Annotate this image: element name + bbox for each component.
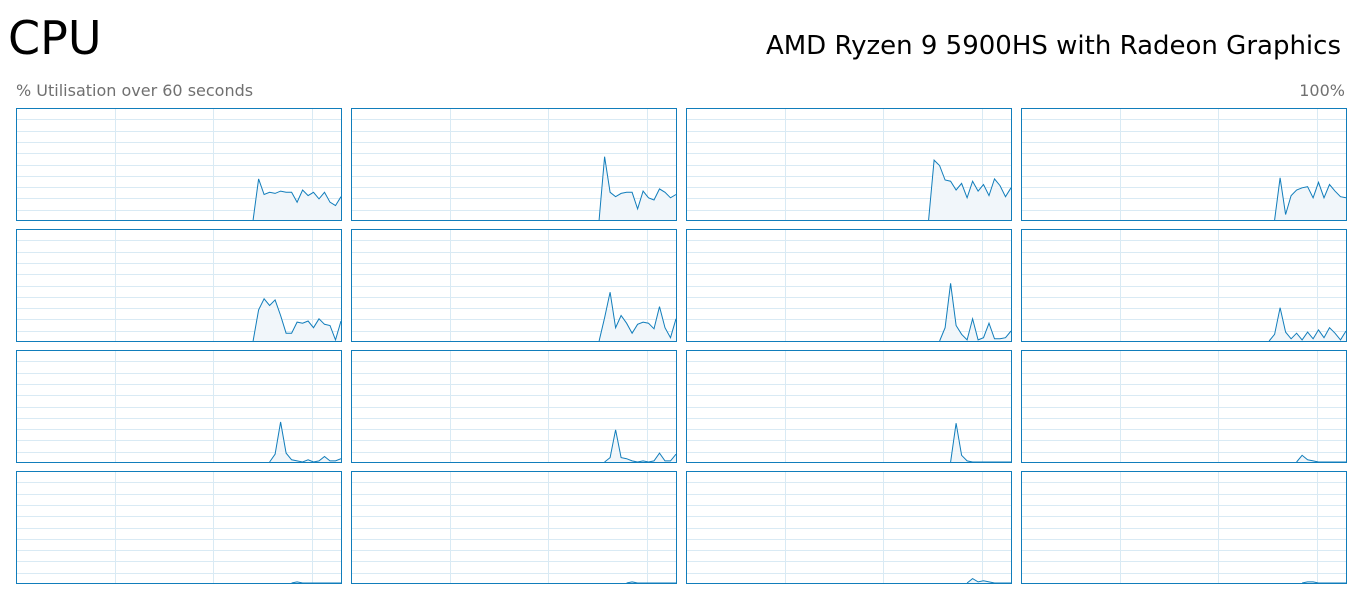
utilisation-graph-svg (16, 471, 342, 584)
utilisation-graph-svg (1021, 229, 1347, 342)
graph-border (16, 229, 342, 342)
logical-processor-graph (16, 229, 342, 342)
logical-processor-graph (351, 350, 677, 463)
utilisation-graph-svg (351, 350, 677, 463)
utilisation-area (1269, 307, 1346, 341)
logical-processor-graph-grid (16, 108, 1347, 584)
logical-processor-graph (686, 108, 1012, 221)
utilisation-graph-svg (686, 471, 1012, 584)
graph-border (686, 471, 1012, 584)
logical-processor-graph (1021, 350, 1347, 463)
graph-border (351, 471, 677, 584)
utilisation-area (599, 156, 676, 220)
utilisation-graph-svg (16, 350, 342, 463)
logical-processor-graph (16, 350, 342, 463)
utilisation-area (269, 422, 341, 462)
graph-border (686, 229, 1012, 342)
utilisation-area (253, 178, 341, 220)
logical-processor-graph (686, 229, 1012, 342)
utilisation-graph-svg (1021, 350, 1347, 463)
logical-processor-graph (1021, 108, 1347, 221)
utilisation-graph-svg (351, 229, 677, 342)
logical-processor-graph (16, 108, 342, 221)
utilisation-graph-svg (686, 108, 1012, 221)
cpu-model-name: AMD Ryzen 9 5900HS with Radeon Graphics (765, 31, 1341, 61)
graph-border (1021, 471, 1347, 584)
logical-processor-graph (351, 471, 677, 584)
utilisation-graph-svg (1021, 471, 1347, 584)
utilisation-graph-svg (16, 108, 342, 221)
logical-processor-graph (351, 229, 677, 342)
utilisation-area (604, 429, 676, 462)
logical-processor-graph (16, 471, 342, 584)
utilisation-graph-svg (686, 229, 1012, 342)
graph-border (351, 350, 677, 463)
utilisation-graph-svg (686, 350, 1012, 463)
utilisation-area (939, 283, 1011, 341)
utilisation-area (599, 292, 676, 341)
logical-processor-graph (686, 350, 1012, 463)
graph-border (686, 350, 1012, 463)
logical-processor-graph (1021, 229, 1347, 342)
graph-border (1021, 350, 1347, 463)
utilisation-graph-svg (1021, 108, 1347, 221)
logical-processor-graph (686, 471, 1012, 584)
graph-border (16, 471, 342, 584)
logical-processor-graph (1021, 471, 1347, 584)
graph-border (1021, 229, 1347, 342)
utilisation-graph-svg (16, 229, 342, 342)
page-title: CPU (8, 11, 102, 65)
max-value-label: 100% (1299, 81, 1345, 100)
utilisation-graph-svg (351, 108, 677, 221)
graph-border (16, 350, 342, 463)
utilisation-graph-svg (351, 471, 677, 584)
utilisation-axis-label: % Utilisation over 60 seconds (16, 81, 254, 100)
logical-processor-graph (351, 108, 677, 221)
